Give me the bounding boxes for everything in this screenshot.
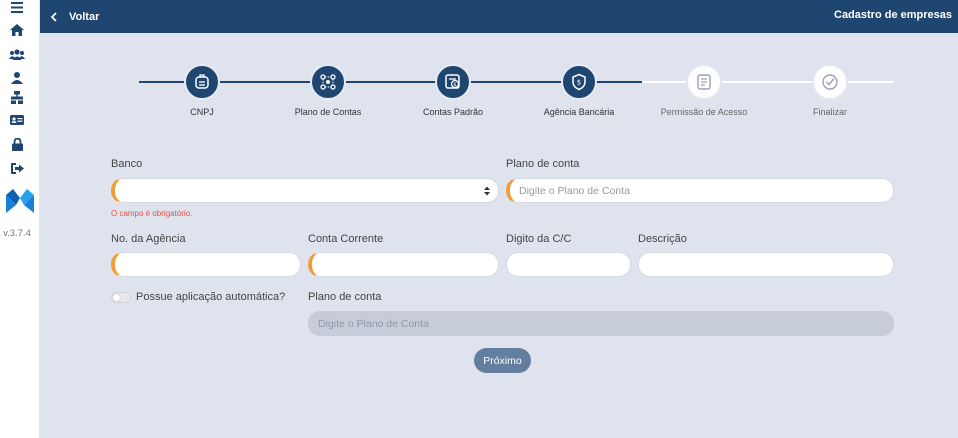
nodes-icon bbox=[310, 64, 346, 100]
plano-conta-2-input bbox=[309, 312, 893, 335]
app-logo bbox=[6, 189, 34, 213]
sort-arrows-icon bbox=[484, 186, 490, 196]
id-card-icon[interactable] bbox=[0, 110, 34, 130]
plano-conta-2-field bbox=[308, 311, 894, 336]
aplicacao-automatica-toggle[interactable] bbox=[111, 292, 131, 303]
digito-label: Digito da C/C bbox=[506, 233, 572, 245]
back-button[interactable]: Voltar bbox=[50, 0, 99, 33]
next-button[interactable]: Próximo bbox=[474, 348, 531, 373]
menu-icon[interactable] bbox=[0, 0, 34, 17]
step-cnpj[interactable]: CNPJ bbox=[147, 64, 257, 117]
descricao-label: Descrição bbox=[638, 233, 687, 245]
building-icon bbox=[184, 64, 220, 100]
plano-conta-2-label: Plano de conta bbox=[308, 291, 382, 303]
step-label: Plano de Contas bbox=[294, 107, 362, 117]
banco-input[interactable] bbox=[115, 179, 498, 202]
agencia-label: No. da Agência bbox=[111, 233, 186, 245]
check-circle-icon bbox=[812, 64, 848, 100]
conta-corrente-field[interactable] bbox=[308, 252, 499, 277]
plano-conta-label: Plano de conta bbox=[506, 158, 580, 170]
app-version: v.3.7.4 bbox=[3, 228, 31, 239]
plano-conta-field[interactable] bbox=[506, 178, 894, 203]
user-icon[interactable] bbox=[0, 68, 34, 88]
svg-text:$: $ bbox=[453, 82, 456, 88]
toggle-knob bbox=[113, 294, 120, 301]
step-plano-de-contas[interactable]: Plano de Contas bbox=[273, 64, 383, 117]
digito-input[interactable] bbox=[507, 253, 630, 276]
step-label: Finalizar bbox=[812, 107, 847, 117]
chevron-left-icon bbox=[50, 11, 57, 22]
step-permissao-de-acesso[interactable]: Permissão de Acesso bbox=[649, 64, 759, 117]
step-label: Permissão de Acesso bbox=[660, 107, 748, 117]
step-finalizar[interactable]: Finalizar bbox=[775, 64, 885, 117]
descricao-input[interactable] bbox=[639, 253, 893, 276]
step-label: CNPJ bbox=[190, 107, 214, 117]
conta-corrente-label: Conta Corrente bbox=[308, 233, 384, 245]
banco-select[interactable] bbox=[111, 178, 499, 203]
aplicacao-automatica-label: Possue aplicação automática? bbox=[136, 291, 286, 303]
plano-conta-input[interactable] bbox=[510, 179, 893, 202]
step-label: Contas Padrão bbox=[422, 107, 484, 117]
step-agencia-bancaria[interactable]: $ Agência Bancária bbox=[524, 64, 634, 117]
lock-icon[interactable] bbox=[0, 134, 34, 154]
back-label: Voltar bbox=[69, 10, 100, 23]
descricao-field[interactable] bbox=[638, 252, 894, 277]
step-contas-padrao[interactable]: $ Contas Padrão bbox=[398, 64, 508, 117]
agencia-input[interactable] bbox=[115, 253, 300, 276]
document-money-icon: $ bbox=[435, 64, 471, 100]
shield-money-icon: $ bbox=[561, 64, 597, 100]
org-chart-icon[interactable] bbox=[0, 87, 34, 107]
banco-label: Banco bbox=[111, 158, 143, 170]
page-title: Cadastro de empresas bbox=[834, 9, 952, 21]
top-header: Voltar Cadastro de empresas bbox=[40, 0, 958, 33]
agencia-field[interactable] bbox=[111, 252, 301, 277]
step-label: Agência Bancária bbox=[543, 107, 615, 117]
logout-icon[interactable] bbox=[0, 158, 34, 178]
document-icon bbox=[686, 64, 722, 100]
home-icon[interactable] bbox=[0, 20, 34, 40]
svg-text:$: $ bbox=[577, 79, 581, 87]
conta-corrente-input[interactable] bbox=[312, 253, 498, 276]
users-icon[interactable] bbox=[0, 44, 34, 64]
banco-error-text: O campo é obrigatório. bbox=[111, 209, 193, 218]
digito-field[interactable] bbox=[506, 252, 631, 277]
sidebar: v.3.7.4 bbox=[0, 0, 40, 438]
